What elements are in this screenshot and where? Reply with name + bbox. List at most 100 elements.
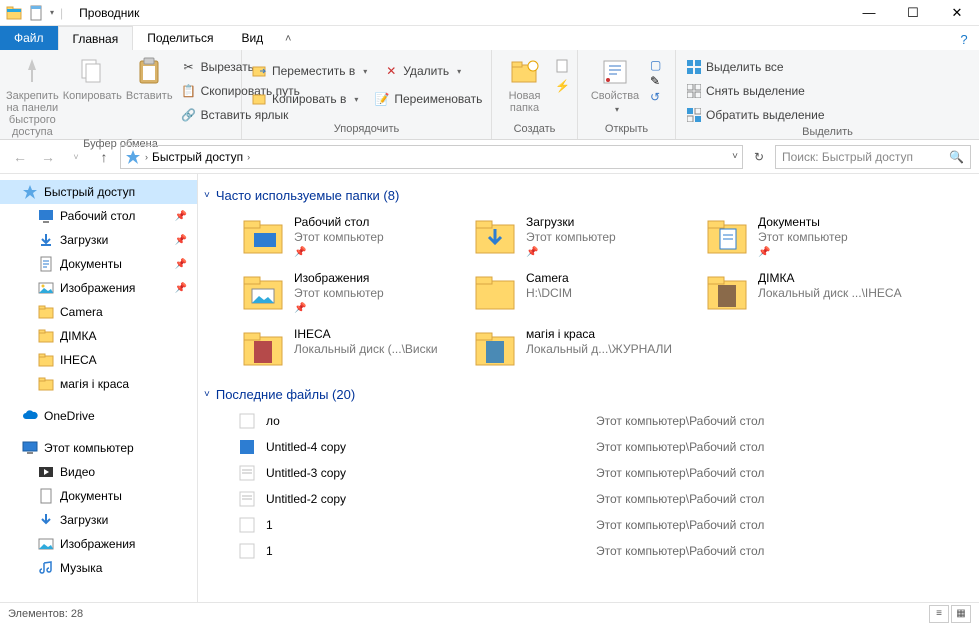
ribbon-minimize-icon[interactable]: ˄ [277, 28, 299, 50]
tile-location: Этот компьютер [758, 230, 848, 244]
newfolder-button[interactable]: Новая папка [498, 54, 551, 114]
selectall-button[interactable]: Выделить все [682, 56, 829, 78]
copyto-button[interactable]: Копировать в▾ [248, 88, 362, 110]
breadcrumb-sep-icon[interactable]: › [247, 152, 250, 162]
tab-view[interactable]: Вид [227, 26, 277, 50]
content-pane[interactable]: ˅Часто используемые папки (8) Рабочий ст… [198, 174, 979, 602]
breadcrumb-quickaccess[interactable]: Быстрый доступ [152, 150, 243, 164]
tile-name: Рабочий стол [294, 215, 384, 229]
maximize-button[interactable]: ☐ [891, 0, 935, 26]
tab-file[interactable]: Файл [0, 26, 58, 50]
file-row[interactable]: 1Этот компьютер\Рабочий стол [238, 540, 969, 562]
section-frequent[interactable]: ˅Часто используемые папки (8) [204, 188, 969, 203]
invertselect-button[interactable]: Обратить выделение [682, 104, 829, 126]
copy-button[interactable]: Копировать [63, 54, 122, 102]
nav-onedrive[interactable]: OneDrive [0, 404, 197, 428]
folder-tile[interactable]: CameraH:\DCIM [470, 267, 702, 323]
qat-dropdown-icon[interactable]: ▾ [50, 8, 54, 17]
status-itemcount: Элементов: 28 [8, 608, 83, 620]
navigation-pane[interactable]: Быстрый доступ Рабочий стол📌 Загрузки📌 Д… [0, 174, 198, 602]
folder-tile[interactable]: Рабочий столЭтот компьютер📌 [238, 211, 470, 267]
file-icon [238, 542, 256, 560]
file-row[interactable]: Untitled-2 copyЭтот компьютер\Рабочий ст… [238, 488, 969, 510]
folder-tile[interactable]: ДокументыЭтот компьютер📌 [702, 211, 934, 267]
nav-video[interactable]: Видео [0, 460, 197, 484]
file-location: Этот компьютер\Рабочий стол [596, 414, 764, 428]
folder-tile[interactable]: IHECAЛокальный диск (...\Виски [238, 323, 470, 379]
nav-iheca[interactable]: IHECA [0, 348, 197, 372]
help-icon[interactable]: ? [953, 28, 975, 50]
nav-pictures[interactable]: Изображения📌 [0, 276, 197, 300]
rename-button[interactable]: 📝Переименовать [370, 88, 486, 110]
chevron-down-icon[interactable]: ˅ [204, 389, 210, 400]
downloads-icon [38, 232, 54, 248]
breadcrumb-sep-icon[interactable]: › [145, 152, 148, 162]
nav-music[interactable]: Музыка [0, 556, 197, 580]
view-details-button[interactable]: ≡ [929, 605, 949, 623]
search-icon[interactable]: 🔍 [949, 150, 964, 164]
search-box[interactable]: Поиск: Быстрый доступ 🔍 [775, 145, 971, 169]
properties-button[interactable]: Свойства▾ [584, 54, 646, 116]
tile-location: Этот компьютер [294, 230, 384, 244]
section-recent[interactable]: ˅Последние файлы (20) [204, 387, 969, 402]
pin-icon [16, 56, 48, 88]
edit-icon[interactable]: ✎ [650, 74, 661, 88]
address-bar[interactable]: › Быстрый доступ › ˅ [120, 145, 743, 169]
nav-downloads[interactable]: Загрузки📌 [0, 228, 197, 252]
pin-icon: 📌 [175, 235, 187, 246]
file-name: 1 [266, 518, 586, 532]
nav-magia[interactable]: магія і краса [0, 372, 197, 396]
newitem-icon[interactable] [555, 58, 571, 77]
nav-thispc[interactable]: Этот компьютер [0, 436, 197, 460]
back-button[interactable]: ← [8, 145, 32, 169]
nav-downloads2[interactable]: Загрузки [0, 508, 197, 532]
nav-pictures2[interactable]: Изображения [0, 532, 197, 556]
nav-quickaccess[interactable]: Быстрый доступ [0, 180, 197, 204]
recent-dropdown-icon[interactable]: ˅ [64, 145, 88, 169]
folder-tile[interactable]: ИзображенияЭтот компьютер📌 [238, 267, 470, 323]
onedrive-icon [22, 408, 38, 424]
forward-button[interactable]: → [36, 145, 60, 169]
file-row[interactable]: Untitled-3 copyЭтот компьютер\Рабочий ст… [238, 462, 969, 484]
close-button[interactable]: ✕ [935, 0, 979, 26]
folder-tile[interactable]: ЗагрузкиЭтот компьютер📌 [470, 211, 702, 267]
tab-share[interactable]: Поделиться [133, 26, 227, 50]
music-icon [38, 560, 54, 576]
history-icon[interactable]: ↺ [650, 90, 661, 104]
chevron-down-icon[interactable]: ˅ [204, 190, 210, 201]
file-location: Этот компьютер\Рабочий стол [596, 466, 764, 480]
file-row[interactable]: лоЭтот компьютер\Рабочий стол [238, 410, 969, 432]
pin-quickaccess-button[interactable]: Закрепить на панели быстрого доступа [6, 54, 59, 138]
selectnone-button[interactable]: Снять выделение [682, 80, 829, 102]
tile-location: Локальный д...\ЖУРНАЛИ [526, 342, 672, 356]
minimize-button[interactable]: — [847, 0, 891, 26]
tile-name: Документы [758, 215, 848, 229]
tab-home[interactable]: Главная [58, 26, 134, 50]
file-row[interactable]: Untitled-4 copyЭтот компьютер\Рабочий ст… [238, 436, 969, 458]
delete-button[interactable]: ✕Удалить▾ [379, 60, 465, 82]
nav-desktop[interactable]: Рабочий стол📌 [0, 204, 197, 228]
refresh-button[interactable]: ↻ [747, 145, 771, 169]
up-button[interactable]: ↑ [92, 145, 116, 169]
open-icon[interactable]: ▢ [650, 58, 661, 72]
nav-documents[interactable]: Документы📌 [0, 252, 197, 276]
paste-button[interactable]: Вставить [126, 54, 173, 102]
folder-tile[interactable]: магія і красаЛокальный д...\ЖУРНАЛИ [470, 323, 702, 379]
window-title: Проводник [79, 6, 139, 20]
nav-camera[interactable]: Camera [0, 300, 197, 324]
address-dropdown-icon[interactable]: ˅ [732, 151, 738, 162]
copypath-icon: 📋 [181, 83, 197, 99]
qat-file-icon[interactable] [28, 5, 44, 21]
easyaccess-icon[interactable]: ⚡ [555, 79, 571, 93]
tile-location: Этот компьютер [294, 286, 384, 300]
navigation-bar: ← → ˅ ↑ › Быстрый доступ › ˅ ↻ Поиск: Бы… [0, 140, 979, 174]
file-name: 1 [266, 544, 586, 558]
nav-documents2[interactable]: Документы [0, 484, 197, 508]
nav-dimka[interactable]: ДІМКА [0, 324, 197, 348]
folder-tile[interactable]: ДІМКАЛокальный диск ...\IHECA [702, 267, 934, 323]
moveto-button[interactable]: Переместить в▾ [248, 60, 371, 82]
tile-name: Camera [526, 271, 572, 285]
tile-name: IHECA [294, 327, 438, 341]
view-tiles-button[interactable]: ▦ [951, 605, 971, 623]
file-row[interactable]: 1Этот компьютер\Рабочий стол [238, 514, 969, 536]
